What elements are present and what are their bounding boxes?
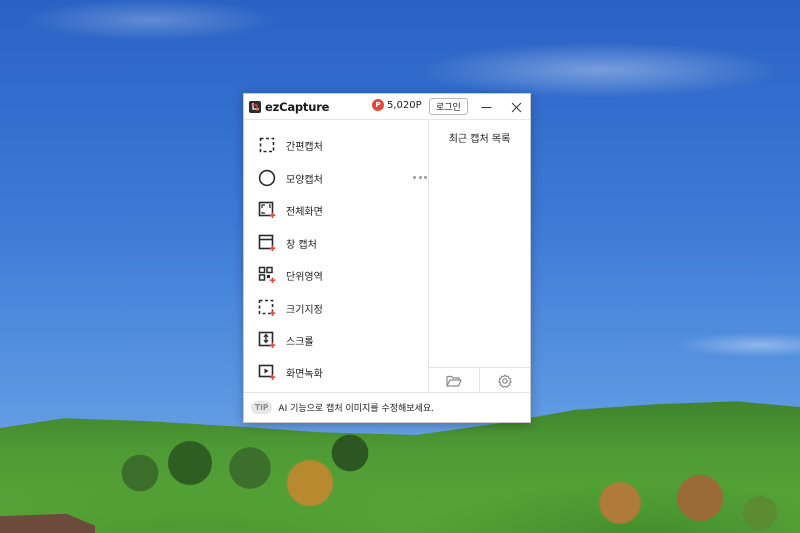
- record-icon: [258, 363, 276, 381]
- menu-label: 간편캡처: [286, 141, 323, 153]
- recent-captures-title: 최근 캡처 목록: [448, 134, 511, 145]
- circle-icon: [258, 169, 276, 187]
- wallpaper-trees-right: [560, 443, 780, 533]
- scroll-icon: [258, 331, 276, 349]
- wallpaper-trees-left: [100, 413, 380, 513]
- recent-footer: [429, 367, 530, 393]
- ezcapture-window: ezCapture P 5,020P 로그인 간편캡처 모양캡처 전체화면 창 …: [243, 93, 531, 423]
- menu-item-quick-capture[interactable]: 간편캡처: [258, 133, 418, 157]
- more-options-icon[interactable]: [413, 174, 427, 180]
- menu-label: 스크롤: [286, 336, 314, 348]
- fullscreen-icon: [258, 201, 276, 219]
- points-icon: P: [372, 99, 384, 111]
- menu-item-size-set[interactable]: 크기지정: [258, 296, 418, 320]
- points-display[interactable]: P 5,020P: [372, 99, 422, 111]
- recent-captures-panel: 최근 캡처 목록: [429, 120, 530, 393]
- open-folder-button[interactable]: [429, 368, 479, 393]
- capture-menu: 간편캡처 모양캡처 전체화면 창 캡처 단위영역 크기지정 스크롤 화면녹화: [244, 120, 428, 392]
- menu-item-screen-record[interactable]: 화면녹화: [258, 360, 418, 384]
- menu-label: 화면녹화: [286, 368, 323, 380]
- menu-label: 창 캡처: [286, 239, 317, 251]
- minimize-icon: [481, 106, 491, 108]
- size-rect-icon: [258, 299, 276, 317]
- app-logo-icon: [249, 100, 261, 113]
- close-button[interactable]: [506, 97, 526, 117]
- tip-text: AI 기능으로 캡처 이미지를 수정해보세요.: [278, 404, 435, 414]
- menu-item-shape-capture[interactable]: 모양캡처: [258, 166, 427, 190]
- login-button[interactable]: 로그인: [429, 98, 468, 115]
- title-bar[interactable]: ezCapture P 5,020P 로그인: [244, 94, 530, 120]
- menu-item-fullscreen[interactable]: 전체화면: [258, 198, 418, 222]
- menu-label: 단위영역: [286, 271, 323, 283]
- settings-button[interactable]: [479, 368, 530, 393]
- points-value: 5,020P: [387, 99, 422, 111]
- app-name: ezCapture: [265, 99, 330, 114]
- window-icon: [258, 234, 276, 252]
- menu-item-window-capture[interactable]: 창 캡처: [258, 231, 418, 255]
- close-icon: [511, 102, 521, 112]
- folder-icon: [446, 375, 462, 387]
- menu-label: 전체화면: [286, 206, 323, 218]
- grid-icon: [258, 266, 276, 284]
- gear-icon: [498, 373, 512, 388]
- menu-item-unit-area[interactable]: 단위영역: [258, 263, 418, 287]
- tip-badge: TIP: [251, 401, 273, 414]
- menu-item-scroll[interactable]: 스크롤: [258, 328, 418, 352]
- minimize-button[interactable]: [476, 97, 496, 117]
- dashed-rect-icon: [258, 136, 276, 154]
- menu-label: 크기지정: [286, 304, 323, 316]
- tip-bar[interactable]: TIP AI 기능으로 캡처 이미지를 수정해보세요.: [244, 392, 530, 422]
- menu-label: 모양캡처: [286, 174, 323, 186]
